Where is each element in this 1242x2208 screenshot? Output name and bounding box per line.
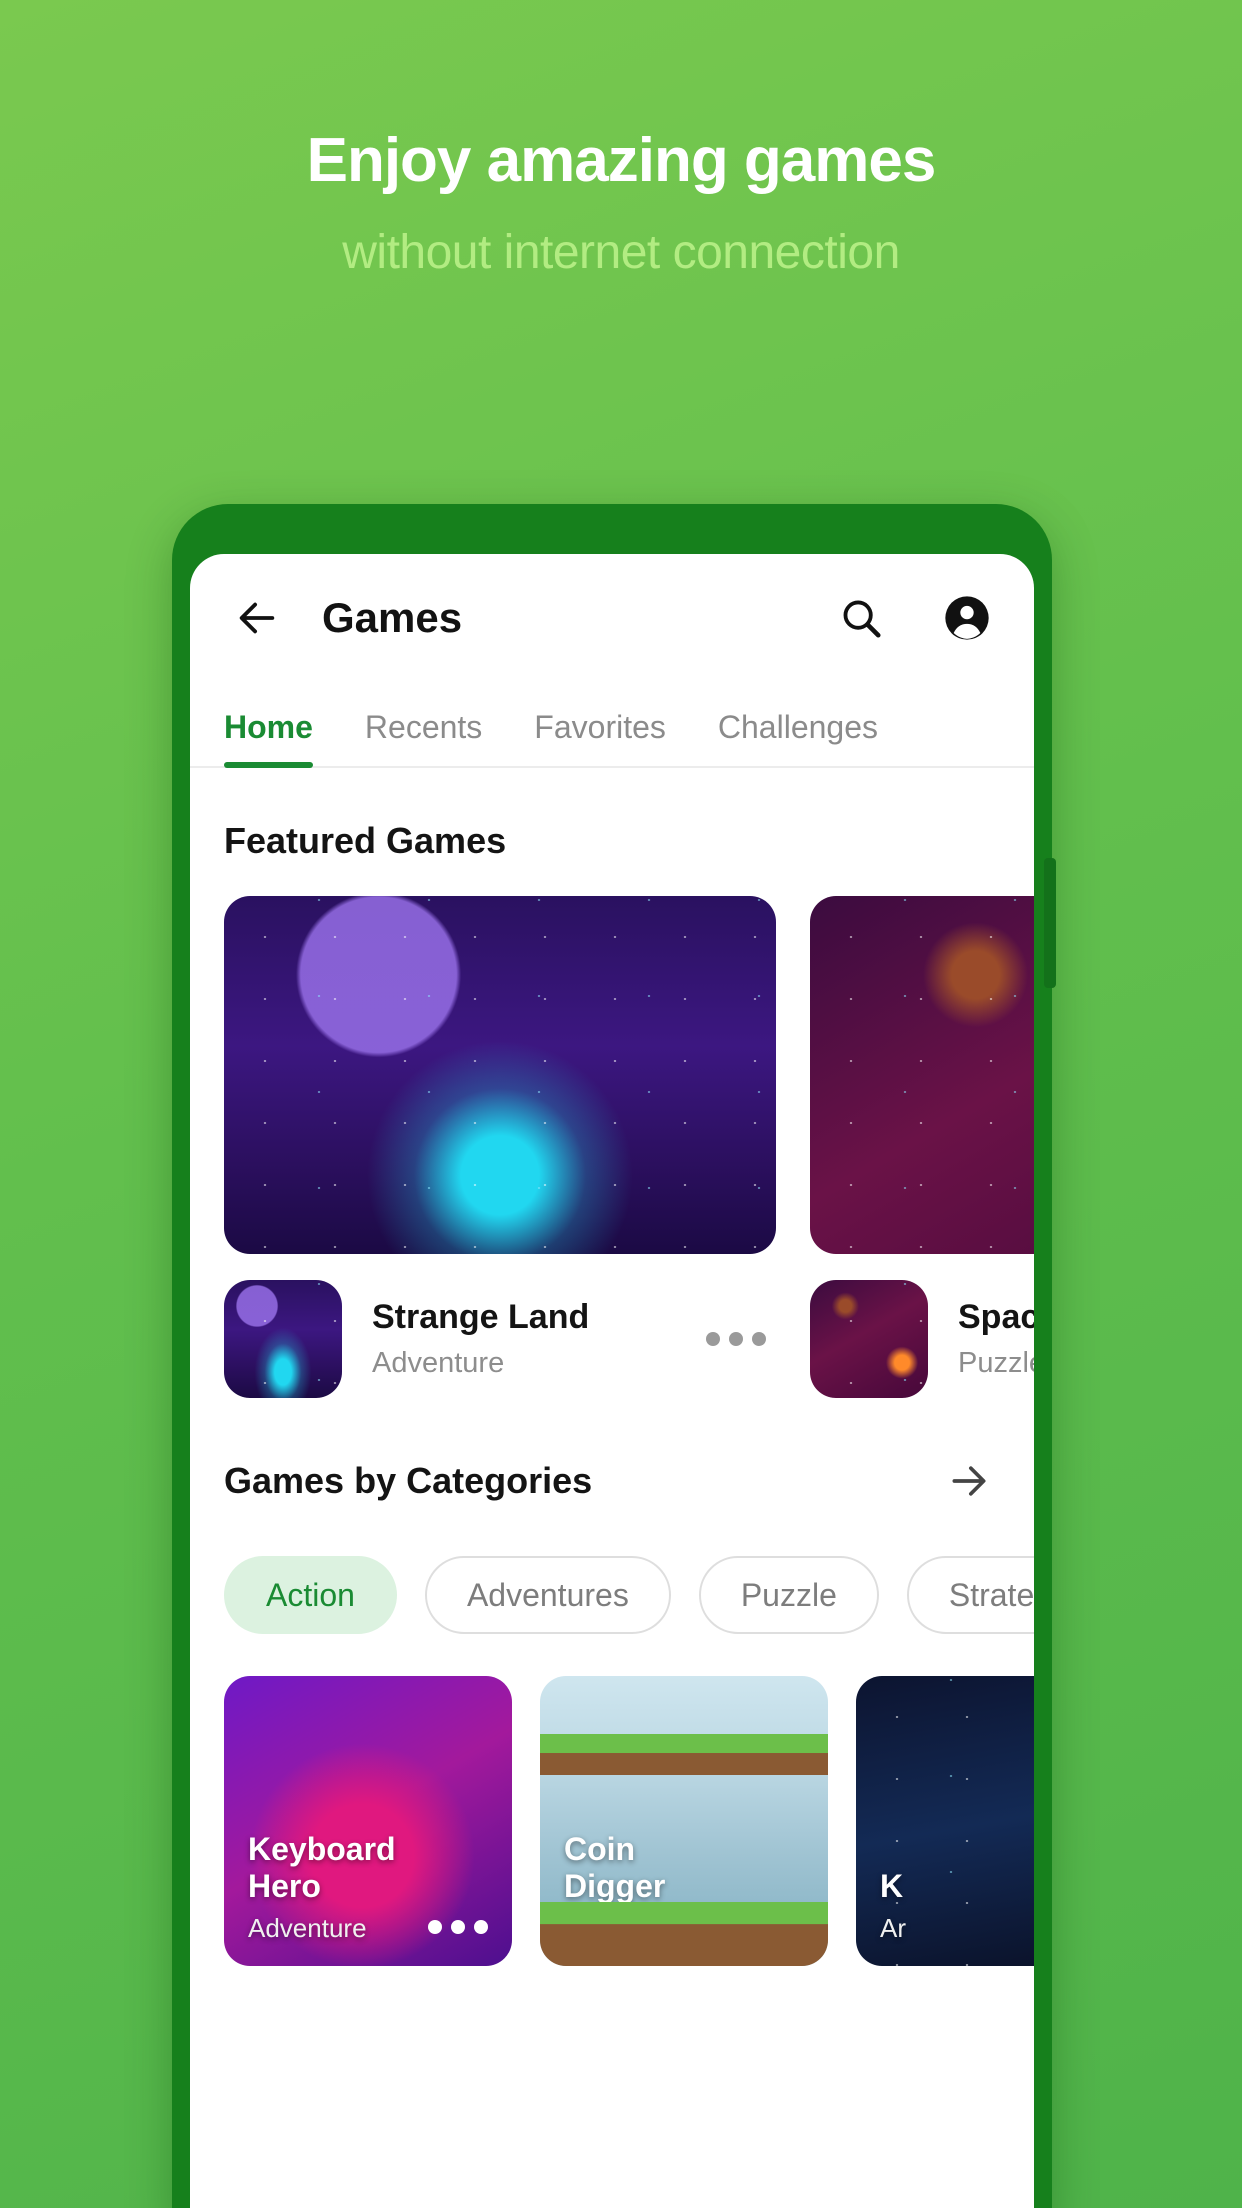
dot bbox=[752, 1332, 766, 1346]
dot bbox=[790, 1920, 804, 1934]
category-games-row[interactable]: Keyboard Hero Adventure Coin Digger Puzz… bbox=[190, 1676, 1034, 1966]
tab-recents[interactable]: Recents bbox=[365, 709, 482, 766]
game-title: K bbox=[880, 1867, 904, 1904]
chip-strategy[interactable]: Strategy bbox=[906, 1556, 1034, 1634]
app-store-promo-screenshot: Enjoy amazing games without internet con… bbox=[0, 0, 1242, 2208]
featured-card-space[interactable]: Space Puzzle bbox=[810, 896, 1034, 1398]
game-category: Puzzle bbox=[564, 1913, 643, 1943]
featured-carousel[interactable]: Strange Land Adventure Space bbox=[190, 896, 1034, 1398]
promo-header: Enjoy amazing games without internet con… bbox=[0, 0, 1242, 280]
game-category: Ar bbox=[880, 1913, 906, 1943]
featured-card-strange-land[interactable]: Strange Land Adventure bbox=[224, 896, 776, 1398]
category-card-keyboard-hero[interactable]: Keyboard Hero Adventure bbox=[224, 1676, 512, 1966]
categories-section-header: Games by Categories bbox=[190, 1450, 1034, 1512]
category-card-third[interactable]: K Ar bbox=[856, 1676, 1034, 1966]
page-title: Games bbox=[322, 594, 463, 641]
card-overlay: Keyboard Hero Adventure bbox=[224, 1831, 512, 1966]
game-thumbnail bbox=[224, 1280, 342, 1398]
search-button[interactable] bbox=[830, 587, 892, 649]
game-category: Adventure bbox=[248, 1913, 367, 1943]
tab-challenges[interactable]: Challenges bbox=[718, 709, 878, 766]
featured-artwork-strange-land bbox=[224, 896, 776, 1254]
game-thumbnail bbox=[810, 1280, 928, 1398]
chip-adventures[interactable]: Adventures bbox=[424, 1556, 671, 1634]
promo-title: Enjoy amazing games bbox=[306, 126, 937, 195]
back-button[interactable] bbox=[226, 587, 288, 649]
game-text-block: Strange Land Adventure bbox=[372, 1298, 706, 1380]
game-title: Keyboard Hero bbox=[248, 1830, 396, 1904]
dot bbox=[729, 1332, 743, 1346]
featured-artwork-space bbox=[810, 896, 1034, 1254]
categories-see-all-button[interactable] bbox=[938, 1450, 1000, 1512]
game-title: Coin Digger bbox=[564, 1830, 666, 1904]
arrow-left-icon bbox=[239, 602, 275, 634]
dot bbox=[474, 1920, 488, 1934]
featured-card-meta: Space Puzzle bbox=[810, 1280, 1034, 1398]
more-horizontal-icon[interactable] bbox=[706, 1332, 776, 1346]
tab-bar[interactable]: Home Recents Favorites Challenges bbox=[190, 682, 1034, 768]
featured-heading: Featured Games bbox=[224, 820, 507, 861]
phone-power-button bbox=[1044, 858, 1056, 988]
dot bbox=[451, 1920, 465, 1934]
phone-screen: Games Home Recents Favorites Challenges … bbox=[190, 554, 1034, 2208]
featured-card-meta: Strange Land Adventure bbox=[224, 1280, 776, 1398]
account-button[interactable] bbox=[936, 587, 998, 649]
card-text-block: K Ar bbox=[880, 1868, 1034, 1944]
account-circle-icon bbox=[945, 596, 989, 640]
tab-favorites[interactable]: Favorites bbox=[534, 709, 666, 766]
game-title: Space bbox=[958, 1298, 1034, 1336]
dot bbox=[767, 1920, 781, 1934]
game-category: Puzzle bbox=[958, 1347, 1034, 1379]
categories-heading: Games by Categories bbox=[224, 1460, 593, 1501]
arrow-right-icon bbox=[952, 1466, 986, 1496]
dot bbox=[428, 1920, 442, 1934]
game-title: Strange Land bbox=[372, 1298, 590, 1336]
chip-action[interactable]: Action bbox=[224, 1556, 397, 1634]
dot bbox=[706, 1332, 720, 1346]
chip-puzzle[interactable]: Puzzle bbox=[698, 1556, 879, 1634]
app-bar: Games bbox=[190, 554, 1034, 682]
category-chip-row[interactable]: Action Adventures Puzzle Strategy bbox=[190, 1556, 1034, 1634]
game-text-block: Space Puzzle bbox=[958, 1298, 1034, 1380]
promo-subtitle: without internet connection bbox=[342, 226, 900, 280]
card-overlay: Coin Digger Puzzle bbox=[540, 1831, 828, 1966]
more-horizontal-icon[interactable] bbox=[744, 1920, 804, 1944]
dot bbox=[744, 1920, 758, 1934]
tab-home[interactable]: Home bbox=[224, 709, 313, 768]
search-icon bbox=[843, 600, 881, 638]
more-horizontal-icon[interactable] bbox=[428, 1920, 488, 1944]
card-overlay: K Ar bbox=[856, 1868, 1034, 1966]
game-category: Adventure bbox=[372, 1347, 505, 1379]
category-card-coin-digger[interactable]: Coin Digger Puzzle bbox=[540, 1676, 828, 1966]
card-text-block: Coin Digger Puzzle bbox=[564, 1831, 744, 1944]
featured-section-header: Featured Games bbox=[190, 820, 1034, 862]
card-text-block: Keyboard Hero Adventure bbox=[248, 1831, 428, 1944]
